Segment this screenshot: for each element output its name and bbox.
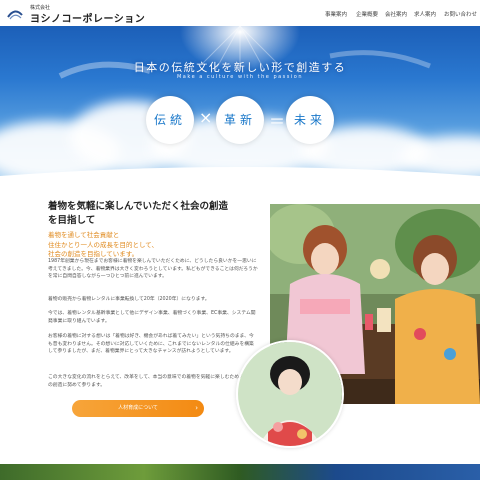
hero-curve <box>0 167 480 176</box>
paragraph: この大きな変化の流れをとらえて、改革をして、本当の意味での着物を気軽に楽しむため… <box>48 375 254 388</box>
hero-title: 日本の伝統文化を新しい形で創造する <box>133 61 347 74</box>
section-title-line: を目指して <box>48 215 96 226</box>
section-lead: 着物を通して社会貢献と 住住かとり一人の成長を目的として、 社会の創造を目指して… <box>48 231 158 260</box>
times-symbol: × <box>199 108 213 127</box>
paragraph: 1987年創業から現在までお客様に着物を楽しんでいただくために、どうしたら良いか… <box>48 259 258 280</box>
logo-icon[interactable] <box>6 5 24 21</box>
hero-subtitle: Make a culture with the passion <box>176 74 304 80</box>
footer-image-strip <box>0 464 480 480</box>
nav-contact[interactable]: お問い合わせ <box>444 10 477 18</box>
button-label: 人材育成について <box>118 405 158 411</box>
kimono-portrait-photo <box>236 340 344 448</box>
arrow-right-icon: › <box>195 404 198 412</box>
circle-future: 未来 <box>286 96 334 144</box>
hero-banner: 日本の伝統文化を新しい形で創造する Make a culture with th… <box>0 26 480 176</box>
lead-line: 住住かとり一人の成長を目的として、 <box>48 240 158 249</box>
paragraph: 着物の販売から着物レンタルに事業転換して20年（2020年）になります。 <box>48 297 210 302</box>
nav-business[interactable]: 事業案内 <box>325 10 347 18</box>
recruit-training-button[interactable]: 人材育成について › <box>72 400 204 417</box>
equals-symbol: ＝ <box>269 112 286 131</box>
paragraph: お客様の着物に対する想いは「着物は好き、機会があれば着てみたい」という気持ちのま… <box>48 334 254 355</box>
section-title-line: 着物を気軽に楽しんでいただく社会の創造 <box>48 201 229 212</box>
lead-line: 着物を通して社会貢献と <box>48 231 120 239</box>
circle-innovation: 革新 <box>216 96 264 144</box>
nav-company-info[interactable]: 会社案内 <box>385 10 407 18</box>
section-title: 着物を気軽に楽しんでいただく社会の創造 を目指して <box>48 200 228 228</box>
circle-tradition: 伝統 <box>146 96 194 144</box>
paragraph: 今では、着物レンタル基幹事業として他にデザイン事業、着物づくり事業、EC事業、シ… <box>48 311 256 324</box>
logo-company-name[interactable]: ヨシノコーポレーション <box>30 10 145 25</box>
nav-recruit[interactable]: 求人案内 <box>414 10 436 18</box>
site-header: 株式会社 ヨシノコーポレーション 事業案内 企業概要 会社案内 求人案内 お問い… <box>0 0 480 26</box>
nav-company-overview[interactable]: 企業概要 <box>356 10 378 18</box>
